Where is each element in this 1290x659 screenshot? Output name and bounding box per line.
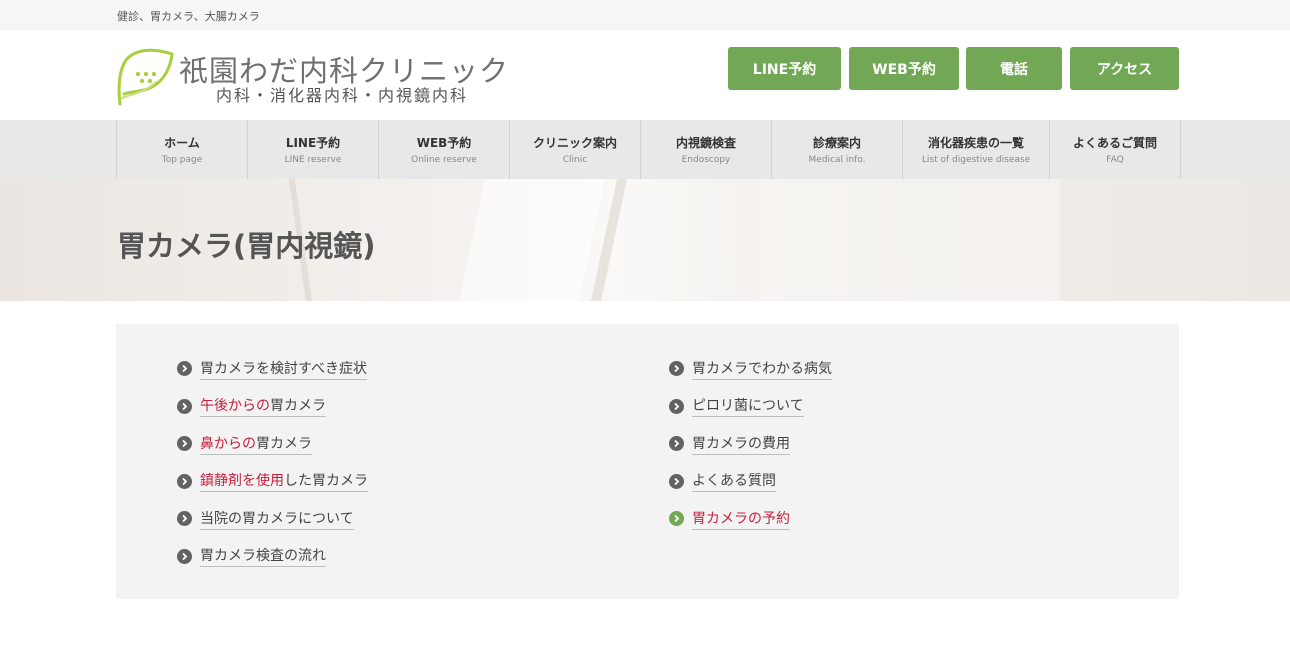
top-bar-text: 健診、胃カメラ、大腸カメラ	[117, 10, 260, 23]
nav-item-clinic[interactable]: クリニック案内 Clinic	[510, 120, 641, 179]
nav-sublabel: LINE reserve	[284, 155, 342, 165]
hero-background-light	[446, 179, 614, 301]
site-logo[interactable]: 祇園わだ内科クリニック 内科・消化器内科・内視鏡内科	[116, 46, 516, 106]
toc-link-flow[interactable]: 胃カメラ検査の流れ	[177, 538, 368, 576]
nav-item-home[interactable]: ホーム Top page	[117, 120, 248, 179]
nav-sublabel: Top page	[161, 155, 203, 165]
toc-column-left: 胃カメラを検討すべき症状 午後からの胃カメラ 鼻からの胃カメラ 鎮静剤を使用した…	[177, 350, 368, 575]
access-button[interactable]: アクセス	[1070, 47, 1179, 90]
toc-link-transnasal[interactable]: 鼻からの胃カメラ	[177, 425, 368, 463]
toc-link-pylori[interactable]: ピロリ菌について	[669, 388, 832, 426]
chevron-right-icon	[669, 473, 684, 489]
toc-link-text: 胃カメラ検査の流れ	[200, 548, 326, 565]
nav-item-web-reserve[interactable]: WEB予約 Online reserve	[379, 120, 510, 179]
hero-background-panel	[760, 179, 1060, 301]
nav-sublabel: Online reserve	[411, 155, 477, 165]
nav-label: LINE予約	[285, 136, 341, 150]
nav-item-faq[interactable]: よくあるご質問 FAQ	[1050, 120, 1181, 179]
leaf-logo-icon	[117, 48, 174, 106]
toc-link-highlight: 胃カメラの予約	[692, 510, 790, 527]
toc-link-sedation[interactable]: 鎮静剤を使用した胃カメラ	[177, 463, 368, 501]
nav-label: ホーム	[164, 136, 200, 150]
nav-item-line-reserve[interactable]: LINE予約 LINE reserve	[248, 120, 379, 179]
table-of-contents: 胃カメラを検討すべき症状 午後からの胃カメラ 鼻からの胃カメラ 鎮静剤を使用した…	[116, 324, 1179, 599]
toc-link-text: ピロリ菌について	[692, 398, 804, 415]
chevron-right-icon	[177, 511, 192, 527]
top-bar: 健診、胃カメラ、大腸カメラ	[0, 0, 1290, 30]
line-reserve-button[interactable]: LINE予約	[728, 47, 841, 90]
toc-link-faq[interactable]: よくある質問	[669, 463, 832, 501]
toc-link-cost[interactable]: 胃カメラの費用	[669, 425, 832, 463]
page-title: 胃カメラ(胃内視鏡)	[117, 229, 376, 263]
nav-item-medical-info[interactable]: 診療案内 Medical info.	[772, 120, 903, 179]
toc-column-right: 胃カメラでわかる病気 ピロリ菌について 胃カメラの費用 よくある質問 胃カメラの…	[669, 350, 832, 538]
chevron-right-icon	[669, 361, 684, 377]
chevron-right-icon	[177, 436, 192, 452]
toc-link-reservation[interactable]: 胃カメラの予約	[669, 500, 832, 538]
toc-link-afternoon[interactable]: 午後からの胃カメラ	[177, 388, 368, 426]
toc-link-symptoms[interactable]: 胃カメラを検討すべき症状	[177, 350, 368, 388]
web-reserve-button[interactable]: WEB予約	[849, 47, 959, 90]
toc-link-text: 胃カメラ	[270, 398, 326, 415]
chevron-right-icon	[177, 361, 192, 377]
chevron-right-icon	[669, 398, 684, 414]
toc-link-highlight: 鼻からの	[200, 435, 256, 452]
nav-label: クリニック案内	[532, 136, 617, 150]
global-nav: ホーム Top page LINE予約 LINE reserve WEB予約 O…	[0, 120, 1290, 179]
site-header: 祇園わだ内科クリニック 内科・消化器内科・内視鏡内科 LINE予約 WEB予約 …	[0, 30, 1290, 120]
toc-link-text: 胃カメラの費用	[692, 435, 790, 452]
nav-sublabel: Endoscopy	[681, 155, 731, 165]
toc-link-diseases[interactable]: 胃カメラでわかる病気	[669, 350, 832, 388]
nav-label: 診療案内	[812, 136, 861, 150]
toc-link-highlight: 鎮静剤を使用	[200, 473, 284, 490]
toc-link-text: 当院の胃カメラについて	[200, 510, 354, 527]
nav-label: 内視鏡検査	[675, 136, 736, 150]
chevron-right-icon	[177, 548, 192, 564]
nav-item-disease-list[interactable]: 消化器疾患の一覧 List of digestive disease	[903, 120, 1050, 179]
nav-label: よくあるご質問	[1072, 136, 1157, 150]
nav-item-endoscopy[interactable]: 内視鏡検査 Endoscopy	[641, 120, 772, 179]
nav-sublabel: Clinic	[562, 155, 588, 165]
toc-link-text: 胃カメラ	[256, 435, 312, 452]
toc-link-text: した胃カメラ	[284, 473, 368, 490]
toc-link-text: 胃カメラでわかる病気	[692, 360, 832, 377]
nav-label: WEB予約	[416, 136, 472, 150]
chevron-right-icon	[177, 398, 192, 414]
nav-sublabel: FAQ	[1106, 155, 1124, 165]
toc-link-text: よくある質問	[692, 473, 776, 490]
nav-sublabel: List of digestive disease	[921, 155, 1031, 165]
logo-subtitle: 内科・消化器内科・内視鏡内科	[216, 86, 469, 105]
phone-button[interactable]: 電話	[966, 47, 1062, 90]
nav-sublabel: Medical info.	[808, 155, 866, 165]
chevron-right-icon	[669, 436, 684, 452]
toc-link-about-clinic[interactable]: 当院の胃カメラについて	[177, 500, 368, 538]
chevron-right-icon	[177, 473, 192, 489]
nav-label: 消化器疾患の一覧	[927, 136, 1024, 150]
page-hero: 胃カメラ(胃内視鏡)	[0, 179, 1290, 301]
chevron-right-icon	[669, 511, 684, 527]
toc-link-highlight: 午後からの	[200, 398, 270, 415]
toc-link-text: 胃カメラを検討すべき症状	[200, 360, 368, 377]
